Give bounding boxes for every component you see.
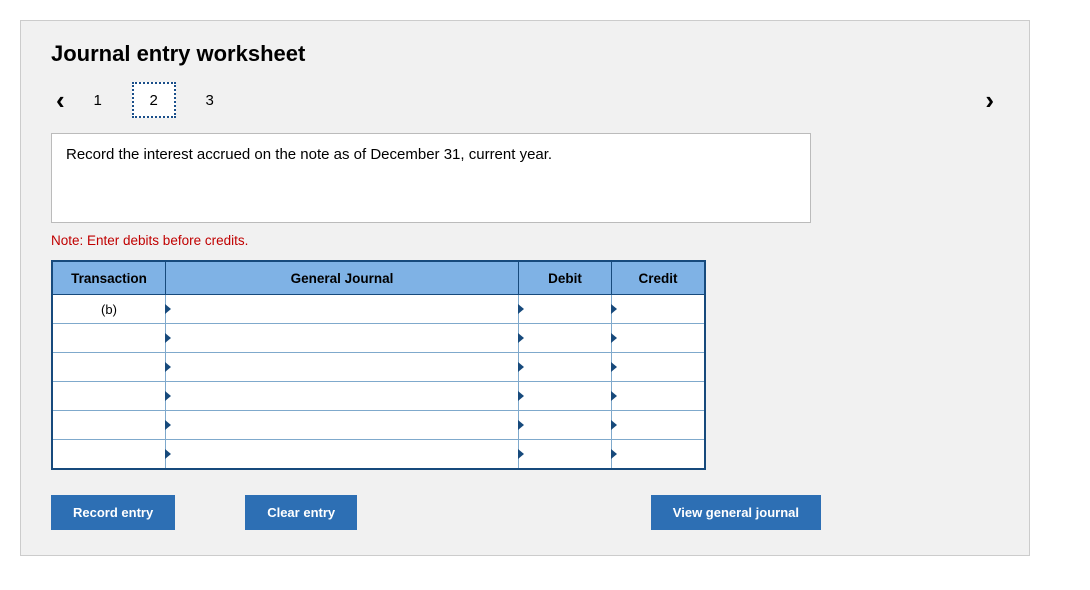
next-arrow[interactable]: ›: [980, 85, 999, 116]
table-row: [52, 324, 705, 353]
table-row: [52, 382, 705, 411]
record-entry-button[interactable]: Record entry: [51, 495, 175, 530]
step-1[interactable]: 1: [76, 82, 120, 118]
cell-credit[interactable]: [612, 353, 706, 382]
worksheet-panel: Journal entry worksheet ‹ 1 2 3 › Record…: [20, 20, 1030, 556]
cell-credit[interactable]: [612, 440, 706, 470]
cell-gj[interactable]: [166, 295, 519, 324]
table-row: [52, 440, 705, 470]
cell-transaction[interactable]: [52, 411, 166, 440]
table-row: [52, 353, 705, 382]
button-row: Record entry Clear entry View general jo…: [51, 495, 821, 530]
cell-debit[interactable]: [519, 440, 612, 470]
th-debit: Debit: [519, 261, 612, 295]
prev-arrow[interactable]: ‹: [51, 85, 70, 116]
th-general-journal: General Journal: [166, 261, 519, 295]
cell-debit[interactable]: [519, 324, 612, 353]
step-2[interactable]: 2: [132, 82, 176, 118]
table-row: (b): [52, 295, 705, 324]
cell-gj[interactable]: [166, 353, 519, 382]
cell-credit[interactable]: [612, 411, 706, 440]
step-3[interactable]: 3: [188, 82, 232, 118]
cell-gj[interactable]: [166, 411, 519, 440]
cell-credit[interactable]: [612, 324, 706, 353]
cell-transaction[interactable]: [52, 440, 166, 470]
cell-gj[interactable]: [166, 440, 519, 470]
th-transaction: Transaction: [52, 261, 166, 295]
cell-gj[interactable]: [166, 382, 519, 411]
cell-transaction[interactable]: (b): [52, 295, 166, 324]
cell-debit[interactable]: [519, 295, 612, 324]
cell-debit[interactable]: [519, 411, 612, 440]
cell-credit[interactable]: [612, 295, 706, 324]
journal-table: Transaction General Journal Debit Credit…: [51, 260, 706, 470]
table-row: [52, 411, 705, 440]
cell-debit[interactable]: [519, 353, 612, 382]
th-credit: Credit: [612, 261, 706, 295]
cell-gj[interactable]: [166, 324, 519, 353]
clear-entry-button[interactable]: Clear entry: [245, 495, 357, 530]
journal-body: (b): [52, 295, 705, 470]
cell-credit[interactable]: [612, 382, 706, 411]
instruction-text: Record the interest accrued on the note …: [66, 146, 552, 163]
cell-transaction[interactable]: [52, 324, 166, 353]
step-nav: ‹ 1 2 3 ›: [51, 82, 999, 118]
cell-debit[interactable]: [519, 382, 612, 411]
view-general-journal-button[interactable]: View general journal: [651, 495, 821, 530]
cell-transaction[interactable]: [52, 353, 166, 382]
note-text: Note: Enter debits before credits.: [51, 233, 999, 248]
instruction-box: Record the interest accrued on the note …: [51, 133, 811, 223]
cell-transaction[interactable]: [52, 382, 166, 411]
page-title: Journal entry worksheet: [51, 41, 999, 67]
